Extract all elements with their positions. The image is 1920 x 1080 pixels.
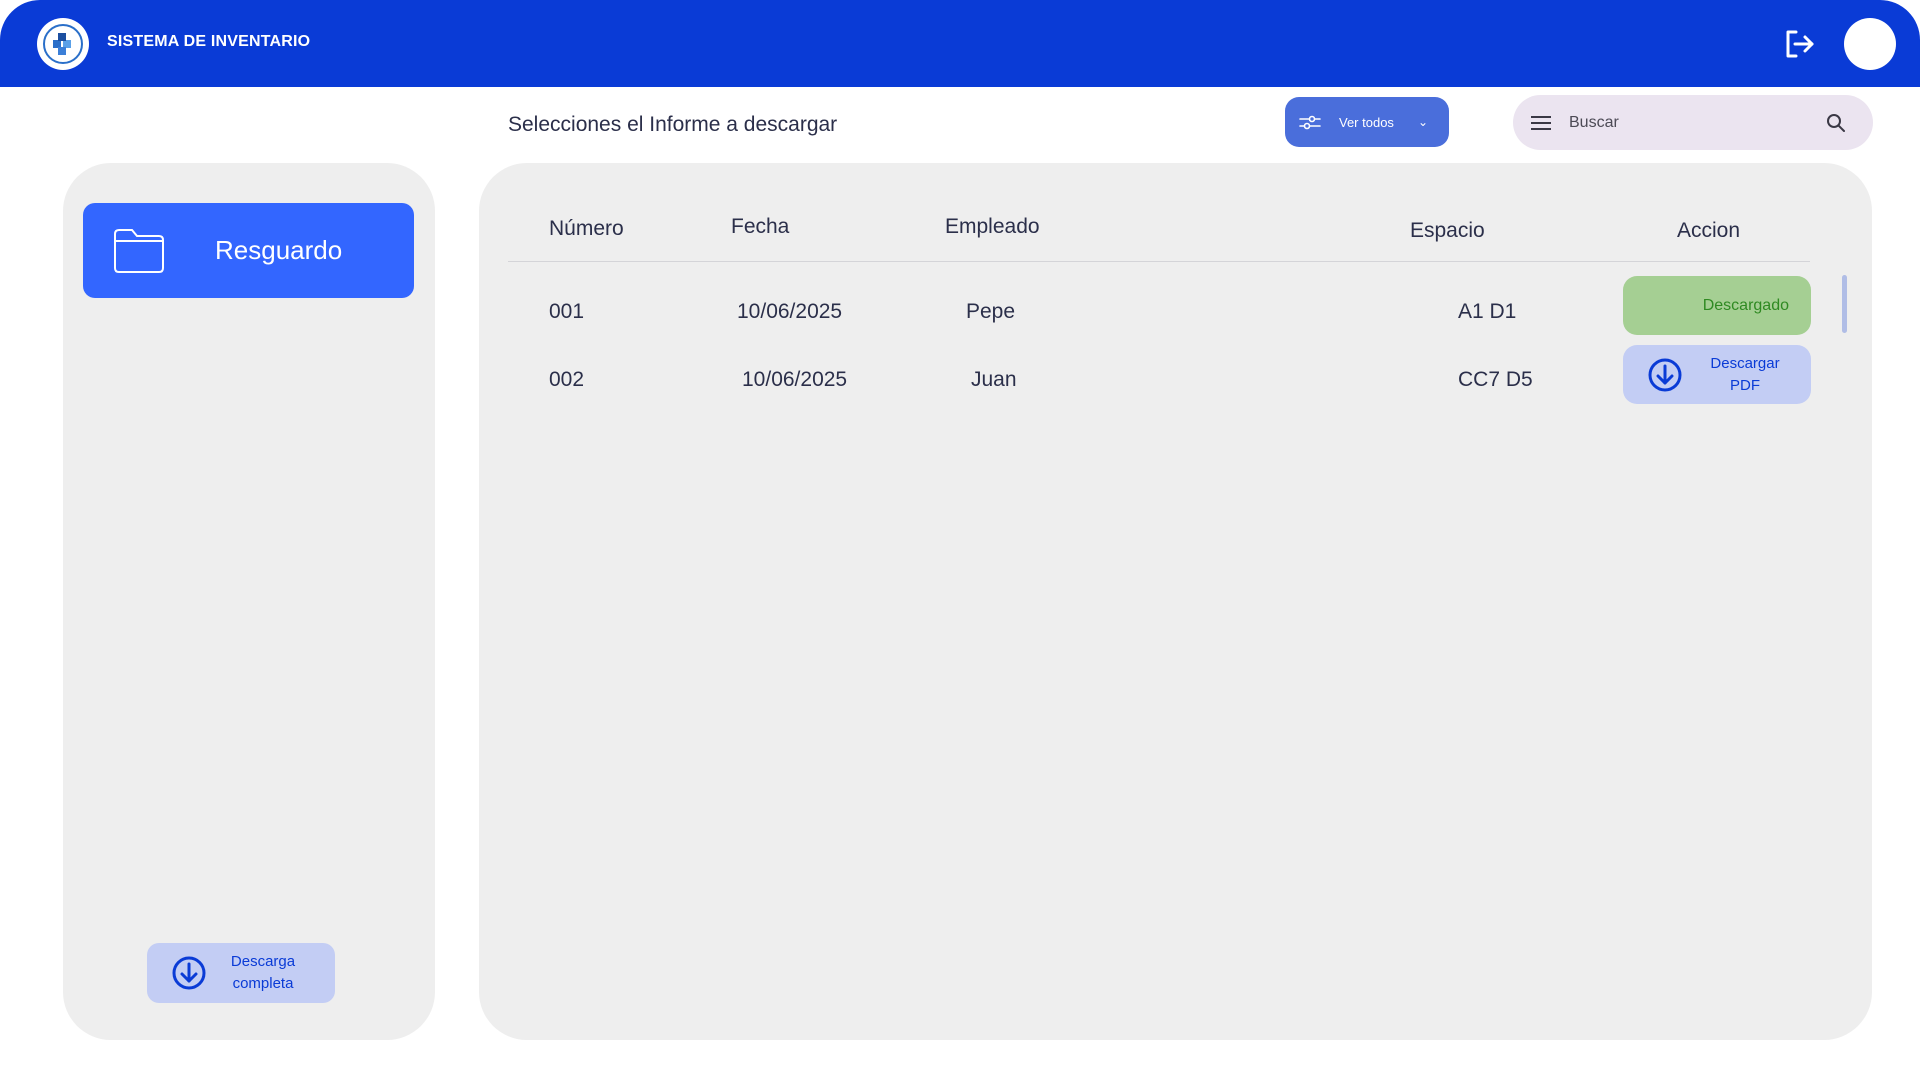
folder-icon: [114, 228, 164, 273]
full-download-label-line2: completa: [232, 975, 294, 992]
download-pdf-label-line2: PDF: [1730, 376, 1760, 394]
downloaded-label: Descargado: [1702, 296, 1789, 314]
download-circle-icon: [1648, 358, 1682, 391]
table-scrollbar[interactable]: [1842, 275, 1847, 333]
search-input[interactable]: [1569, 113, 1819, 132]
search-icon[interactable]: [1825, 112, 1847, 134]
row-1-fecha: 10/06/2025: [737, 300, 843, 323]
search-bar: [1513, 95, 1873, 150]
column-header-espacio: Espacio: [1410, 219, 1485, 242]
row-2-empleado: Juan: [971, 368, 1017, 391]
app-title: SISTEMA DE INVENTARIO: [107, 33, 311, 50]
chevron-down-icon: ⌄: [1417, 115, 1428, 129]
row-2-numero: 002: [549, 368, 585, 391]
row-1-espacio: A1 D1: [1458, 300, 1517, 323]
user-avatar[interactable]: [1844, 18, 1896, 70]
category-sidebar: Resguardo Descarga completa: [63, 163, 435, 1040]
row-1-numero: 001: [549, 300, 585, 323]
inventory-logo-icon: [37, 18, 89, 70]
category-label: Resguardo: [215, 235, 343, 265]
filter-icon: [1299, 115, 1321, 130]
column-header-empleado: Empleado: [945, 215, 1040, 238]
row-1-downloaded-status[interactable]: Descargado: [1623, 276, 1811, 335]
row-2-espacio: CC7 D5: [1458, 368, 1533, 391]
header-divider: [508, 261, 1810, 262]
category-resguardo-button[interactable]: Resguardo: [83, 203, 414, 298]
filter-label: Ver todos: [1339, 114, 1394, 130]
full-download-label-line1: Descarga: [230, 953, 296, 970]
column-header-accion: Accion: [1677, 219, 1741, 242]
download-circle-icon: [172, 956, 206, 990]
top-bar: SISTEMA DE INVENTARIO: [0, 0, 1920, 87]
row-2-download-pdf-button[interactable]: Descargar PDF: [1623, 345, 1811, 404]
column-header-numero: Número: [549, 217, 624, 240]
download-pdf-label-line1: Descargar: [1710, 354, 1780, 372]
menu-icon[interactable]: [1531, 115, 1551, 130]
filter-dropdown[interactable]: Ver todos ⌄: [1285, 97, 1449, 147]
full-download-button[interactable]: Descarga completa: [147, 943, 335, 1003]
logout-icon[interactable]: [1782, 27, 1816, 61]
row-2-fecha: 10/06/2025: [742, 368, 848, 391]
row-1-empleado: Pepe: [966, 300, 1016, 323]
column-header-fecha: Fecha: [731, 215, 790, 238]
page-title: Selecciones el Informe a descargar: [508, 113, 838, 136]
reports-table-panel: Número Fecha Empleado Espacio Accion 001…: [479, 163, 1872, 1040]
